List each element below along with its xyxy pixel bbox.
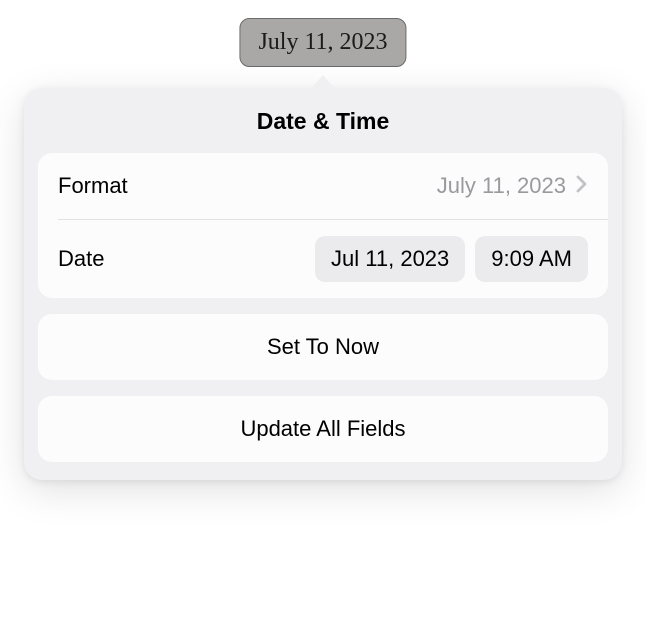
format-label: Format xyxy=(58,173,128,199)
popover-title: Date & Time xyxy=(38,108,608,135)
date-field-preview: July 11, 2023 xyxy=(239,18,406,67)
date-time-popover: Date & Time Format July 11, 2023 Date Ju… xyxy=(24,88,622,480)
date-row: Date Jul 11, 2023 9:09 AM xyxy=(38,220,608,298)
settings-card: Format July 11, 2023 Date Jul 11, 2023 9… xyxy=(38,153,608,298)
date-picker-chip[interactable]: Jul 11, 2023 xyxy=(315,236,465,282)
set-to-now-button[interactable]: Set To Now xyxy=(38,314,608,380)
time-picker-chip[interactable]: 9:09 AM xyxy=(475,236,588,282)
popover-arrow xyxy=(309,75,337,91)
chevron-right-icon xyxy=(576,175,588,198)
date-label: Date xyxy=(58,246,104,272)
update-all-fields-button[interactable]: Update All Fields xyxy=(38,396,608,462)
format-row[interactable]: Format July 11, 2023 xyxy=(38,153,608,219)
format-value: July 11, 2023 xyxy=(437,173,566,199)
